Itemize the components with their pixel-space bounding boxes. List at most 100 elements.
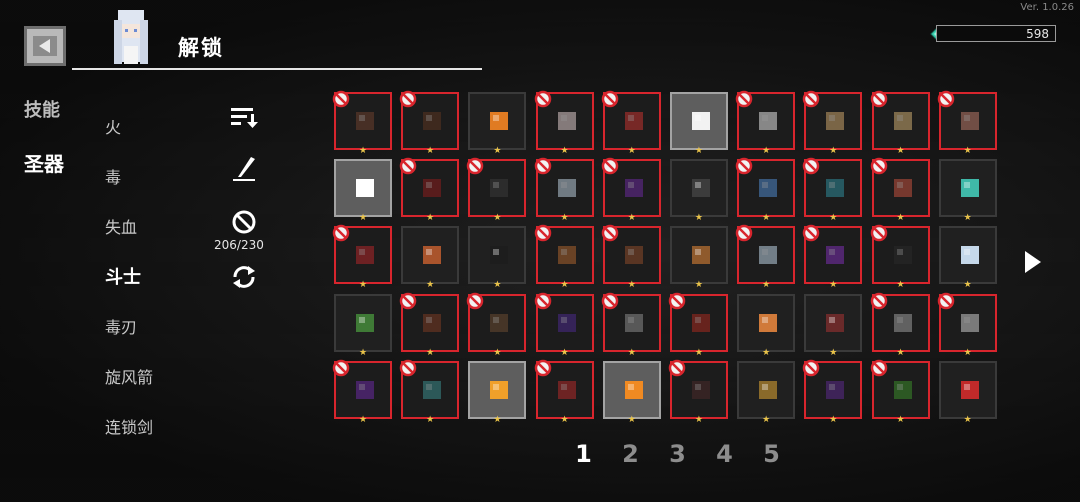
relic-slot-dark-boot[interactable]: ★ xyxy=(669,159,728,223)
red-spider-icon xyxy=(423,179,442,198)
red-scarf-icon xyxy=(356,246,374,265)
locked-ban-icon xyxy=(534,359,551,376)
locked-ban-icon xyxy=(601,157,618,175)
relic-slot-purple-lantern[interactable]: ★ xyxy=(803,225,863,290)
relic-slot-black-book[interactable]: ★ xyxy=(870,225,930,290)
relic-slot-snow-globe[interactable]: ★ xyxy=(735,225,796,290)
relic-slot-teal-tree[interactable]: ★ xyxy=(803,157,863,223)
star-icon: ★ xyxy=(493,280,502,291)
relic-slot-leather-glove[interactable]: ★ xyxy=(601,225,661,290)
relic-slot-orange-orb[interactable]: ★ xyxy=(602,360,661,424)
star-icon: ★ xyxy=(560,213,569,224)
relic-slot-crossbow[interactable]: ★ xyxy=(399,292,460,357)
relic-slot-orange-crystal[interactable]: ★ xyxy=(468,92,527,156)
paper-bag-2-icon xyxy=(893,112,912,130)
relic-slot-purple-crystal[interactable]: ★ xyxy=(601,157,661,223)
relic-slot-skull[interactable]: ★ xyxy=(735,90,796,156)
category-fighter[interactable]: 斗士 xyxy=(105,263,141,289)
relic-slot-round-brown-stone[interactable]: ★ xyxy=(332,90,392,156)
relic-slot-wooden-boomerang[interactable]: ★ xyxy=(534,225,594,290)
relic-slot-purple-snake[interactable]: ★ xyxy=(534,292,594,357)
snow-globe-icon xyxy=(759,246,778,265)
relic-slot-green-berries[interactable]: ★ xyxy=(870,359,930,424)
page-2[interactable]: 2 xyxy=(607,440,654,468)
star-icon: ★ xyxy=(358,347,368,358)
ban-filter-button[interactable] xyxy=(226,207,262,237)
red-feather-icon xyxy=(826,313,845,332)
relic-slot-red-leaf[interactable]: ★ xyxy=(668,292,728,357)
page-5[interactable]: 5 xyxy=(748,440,795,468)
star-icon: ★ xyxy=(896,213,905,224)
relic-slot-red-feather[interactable]: ★ xyxy=(804,293,863,357)
relic-slot-black-stone[interactable]: ★ xyxy=(467,157,527,223)
clay-jar-icon xyxy=(423,246,442,265)
relic-slot-knife[interactable]: ★ xyxy=(937,292,997,357)
dark-spider-icon xyxy=(691,380,710,399)
category-bleed[interactable]: 失血 xyxy=(105,214,137,238)
relic-slot-red-scarf[interactable]: ★ xyxy=(332,225,392,290)
star-icon: ★ xyxy=(358,280,368,291)
relic-slot-parchment[interactable]: ★ xyxy=(937,90,997,156)
relic-slot-paper-bag-2[interactable]: ★ xyxy=(870,90,930,156)
parchment-icon xyxy=(960,112,979,130)
nav-skills[interactable]: 技能 xyxy=(24,96,60,122)
relic-slot-dark-spider[interactable]: ★ xyxy=(668,359,728,424)
relic-slot-dagger[interactable]: ★ xyxy=(870,292,930,357)
relic-slot-paper-bag[interactable]: ★ xyxy=(803,90,863,156)
relic-slot-red-gem[interactable]: ★ xyxy=(938,360,997,424)
sort-button[interactable] xyxy=(226,102,262,132)
relic-slot-white-gem[interactable]: ★ xyxy=(334,159,392,223)
category-poison[interactable]: 毒 xyxy=(105,164,121,188)
category-poison-blade[interactable]: 毒刃 xyxy=(105,314,137,338)
relic-slot-purple-urn[interactable]: ★ xyxy=(803,359,863,424)
nav-relics[interactable]: 圣器 xyxy=(24,148,64,177)
back-button[interactable] xyxy=(24,26,66,66)
relic-slot-brown-fruit[interactable]: ★ xyxy=(399,90,460,156)
relic-slot-red-potion[interactable]: ★ xyxy=(601,90,661,156)
relic-slot-black-spoon[interactable]: ★ xyxy=(468,226,527,290)
relic-slot-clay-jar[interactable]: ★ xyxy=(401,226,460,290)
teal-tree-icon xyxy=(826,179,845,198)
relic-slot-silver-shard[interactable]: ★ xyxy=(534,157,594,223)
relic-slot-blue-fist[interactable]: ★ xyxy=(735,157,796,223)
relic-slot-ice-cube[interactable]: ★ xyxy=(938,226,997,290)
relic-slot-gold-bars[interactable]: ★ xyxy=(468,360,527,424)
relic-slot-gold-skull[interactable]: ★ xyxy=(737,360,796,424)
locked-ban-icon xyxy=(534,90,551,108)
locked-ban-icon xyxy=(332,225,350,242)
page-4[interactable]: 4 xyxy=(701,440,748,468)
relic-slot-brown-bundle[interactable]: ★ xyxy=(467,292,527,357)
category-fire[interactable]: 火 xyxy=(105,114,121,138)
relic-slot-teal-coins[interactable]: ★ xyxy=(938,159,997,223)
star-icon: ★ xyxy=(829,280,838,291)
relic-slot-green-orb[interactable]: ★ xyxy=(334,293,392,357)
locked-ban-icon xyxy=(534,225,551,242)
page-1[interactable]: 1 xyxy=(560,440,607,468)
star-icon: ★ xyxy=(358,414,368,425)
star-icon: ★ xyxy=(426,280,435,291)
next-page-arrow-icon[interactable] xyxy=(1022,248,1044,276)
red-leaf-icon xyxy=(691,313,710,332)
relic-slot-teal-creature[interactable]: ★ xyxy=(399,359,460,424)
relic-slot-orange-map[interactable]: ★ xyxy=(737,293,796,357)
category-whirlwind-arrow[interactable]: 旋风箭 xyxy=(105,364,153,388)
orange-orb-icon xyxy=(624,380,643,399)
relic-slot-crossed-blades[interactable]: ★ xyxy=(601,292,661,357)
crossed-blades-icon xyxy=(624,313,643,332)
refresh-button[interactable] xyxy=(226,262,262,292)
relic-slot-wooden-plank[interactable]: ★ xyxy=(669,226,728,290)
leather-glove-icon xyxy=(624,246,643,265)
locked-ban-icon xyxy=(668,359,686,376)
relic-slot-white-feather[interactable]: ★ xyxy=(534,90,594,156)
category-chain-sword[interactable]: 连锁剑 xyxy=(105,414,153,438)
locked-ban-icon xyxy=(332,90,350,108)
relic-slot-fox-mask[interactable]: ★ xyxy=(669,92,728,156)
locked-ban-icon xyxy=(332,359,350,376)
pen-button[interactable] xyxy=(226,154,262,184)
page-3[interactable]: 3 xyxy=(654,440,701,468)
relic-slot-red-spider[interactable]: ★ xyxy=(399,157,460,223)
locked-ban-icon xyxy=(668,292,686,309)
relic-slot-purple-eye[interactable]: ★ xyxy=(332,359,392,424)
relic-slot-red-boot[interactable]: ★ xyxy=(534,359,594,424)
relic-slot-red-mushroom[interactable]: ★ xyxy=(870,157,930,223)
